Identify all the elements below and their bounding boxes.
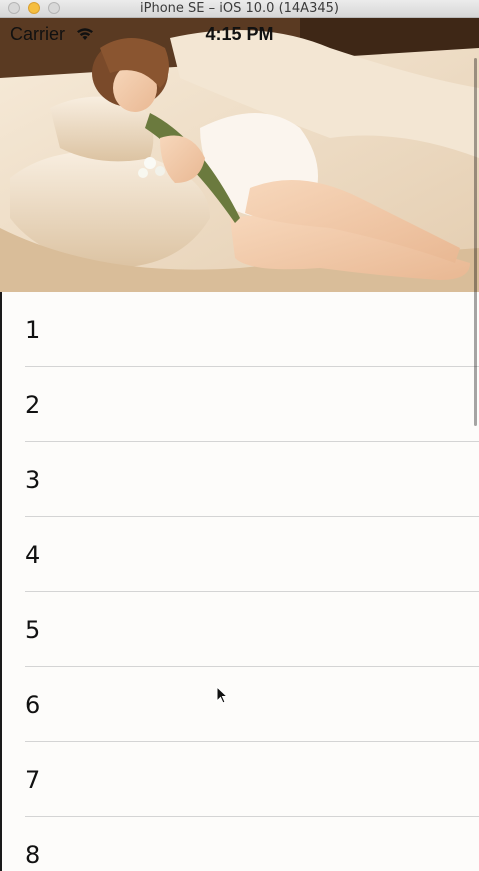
- row-label: 3: [25, 466, 41, 494]
- row-label: 6: [25, 691, 41, 719]
- row-label: 1: [25, 316, 41, 344]
- table-row[interactable]: 2: [0, 367, 479, 442]
- row-label: 8: [25, 841, 41, 869]
- row-label: 5: [25, 616, 41, 644]
- table-row[interactable]: 7: [0, 742, 479, 817]
- table-row[interactable]: 5: [0, 592, 479, 667]
- header-image: Carrier 4:15 PM: [0, 18, 479, 292]
- status-bar: Carrier 4:15 PM: [0, 18, 479, 52]
- mouse-cursor-icon: [216, 686, 228, 704]
- device-screen: Carrier 4:15 PM 1 2 3 4 5 6 7 8: [0, 18, 479, 871]
- row-label: 4: [25, 541, 41, 569]
- vertical-scrollbar[interactable]: [474, 58, 477, 426]
- table-row[interactable]: 8: [0, 817, 479, 871]
- table-row[interactable]: 1: [0, 292, 479, 367]
- table-view[interactable]: 1 2 3 4 5 6 7 8: [0, 292, 479, 871]
- row-label: 7: [25, 766, 41, 794]
- window-titlebar[interactable]: iPhone SE – iOS 10.0 (14A345): [0, 0, 479, 18]
- table-row[interactable]: 3: [0, 442, 479, 517]
- table-row[interactable]: 6: [0, 667, 479, 742]
- window-edge: [0, 292, 2, 871]
- bedroom-photo: [0, 18, 479, 292]
- row-label: 2: [25, 391, 41, 419]
- table-row[interactable]: 4: [0, 517, 479, 592]
- window-title: iPhone SE – iOS 10.0 (14A345): [140, 1, 339, 16]
- status-time: 4:15 PM: [205, 24, 274, 44]
- simulator-window: iPhone SE – iOS 10.0 (14A345) Carrier 4:…: [0, 0, 479, 871]
